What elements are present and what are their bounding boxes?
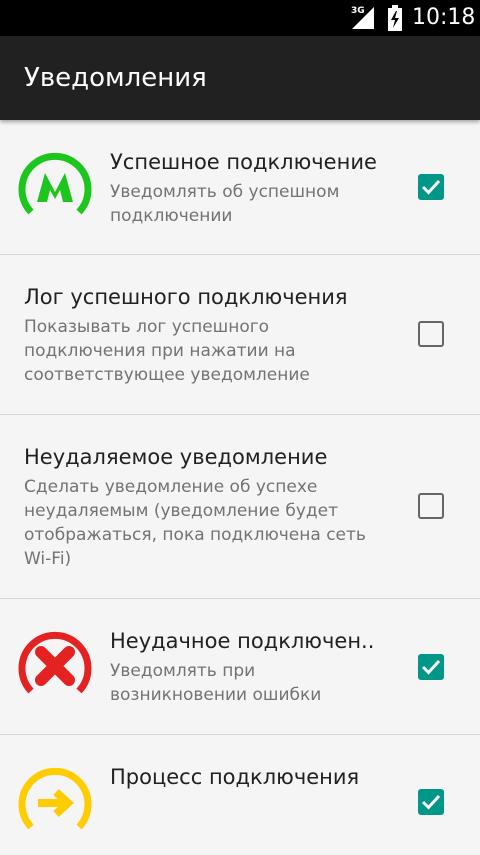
status-bar: 3G 10:18	[0, 0, 480, 36]
pref-item-persistent-notification[interactable]: Неудаляемое уведомление Сделать уведомле…	[0, 415, 480, 599]
pref-item-success-connection[interactable]: Успешное подключение Уведомлять об успеш…	[0, 120, 480, 255]
page-title: Уведомления	[24, 63, 207, 93]
persistent-notification-checkbox[interactable]	[418, 493, 444, 519]
pref-summary: Уведомлять при возникновении ошибки	[110, 661, 322, 705]
success-log-checkbox[interactable]	[418, 321, 444, 347]
pref-title: Неудаляемое уведомление	[24, 445, 328, 469]
error-cross-icon	[18, 629, 92, 703]
app-toolbar: Уведомления	[0, 36, 480, 120]
pref-item-connection-process[interactable]: Процесс подключения	[0, 735, 480, 855]
pref-title: Успешное подключение	[110, 150, 377, 174]
signal-icon	[352, 7, 374, 29]
pref-summary: Уведомлять об успешном подключении	[110, 182, 340, 226]
checkmark-icon	[421, 659, 441, 675]
failed-connection-checkbox[interactable]	[418, 654, 444, 680]
battery-charging-icon	[388, 5, 402, 31]
status-clock: 10:18	[412, 5, 476, 30]
metro-success-icon	[18, 150, 92, 224]
pref-title: Процесс подключения	[110, 765, 360, 789]
connection-process-checkbox[interactable]	[418, 789, 444, 815]
pref-title: Лог успешного подключения	[24, 285, 348, 309]
progress-arrow-icon	[18, 765, 92, 839]
checkmark-icon	[421, 794, 441, 810]
checkmark-icon	[421, 179, 441, 195]
pref-summary: Показывать лог успешного подключения при…	[24, 317, 310, 385]
pref-item-failed-connection[interactable]: Неудачное подключен.. Уведомлять при воз…	[0, 599, 480, 735]
pref-title: Неудачное подключен..	[110, 629, 375, 653]
success-connection-checkbox[interactable]	[418, 174, 444, 200]
pref-item-success-log[interactable]: Лог успешного подключения Показывать лог…	[0, 255, 480, 415]
pref-summary: Сделать уведомление об успехе неудаляемы…	[24, 477, 366, 569]
